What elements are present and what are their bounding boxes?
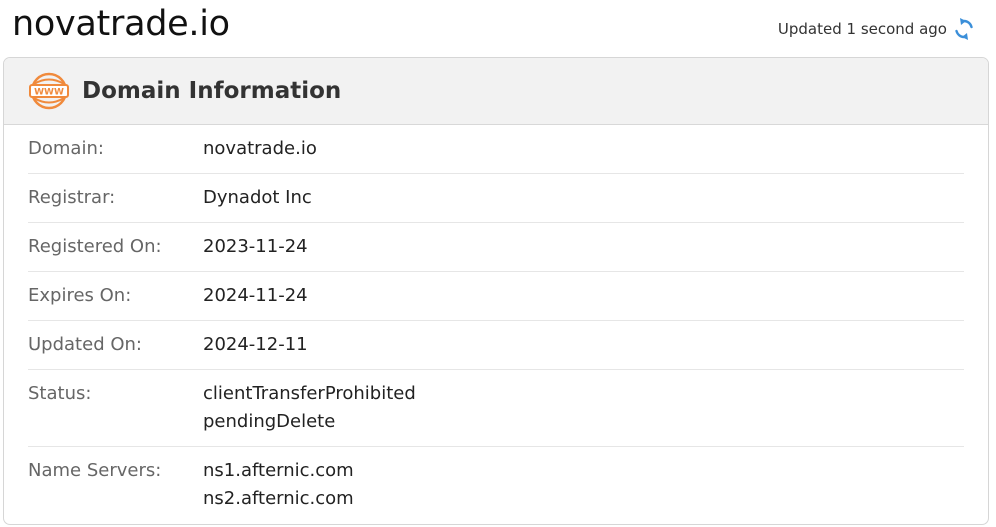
row-value: 2023-11-24 bbox=[203, 233, 308, 271]
row-label: Expires On: bbox=[28, 285, 132, 306]
row-value: Dynadot Inc bbox=[203, 184, 312, 222]
row-status: Status: clientTransferProhibited pending… bbox=[28, 370, 964, 447]
card-header: WWW Domain Information bbox=[4, 58, 988, 125]
row-domain: Domain: novatrade.io bbox=[28, 125, 964, 174]
row-value: 2024-11-24 bbox=[203, 282, 308, 320]
row-registered-on: Registered On: 2023-11-24 bbox=[28, 223, 964, 272]
row-label: Status: bbox=[28, 383, 92, 404]
row-label: Registered On: bbox=[28, 236, 162, 257]
card-title: Domain Information bbox=[82, 78, 342, 104]
updated-status: Updated 1 second ago bbox=[778, 18, 974, 40]
site-title: novatrade.io bbox=[12, 4, 230, 44]
row-value: clientTransferProhibited pendingDelete bbox=[203, 380, 416, 446]
row-value: ns1.afternic.com ns2.afternic.com bbox=[203, 457, 354, 524]
row-label: Updated On: bbox=[28, 334, 142, 355]
www-icon: WWW bbox=[29, 71, 69, 111]
row-name-servers: Name Servers: ns1.afternic.com ns2.after… bbox=[28, 447, 964, 524]
updated-on-value: 2024-12-11 bbox=[203, 334, 308, 355]
updated-text: Updated 1 second ago bbox=[777, 20, 947, 38]
row-label: Domain: bbox=[28, 138, 104, 159]
row-value: novatrade.io bbox=[203, 135, 317, 173]
registrar-value: Dynadot Inc bbox=[203, 187, 312, 208]
status-value: clientTransferProhibited bbox=[203, 383, 416, 404]
row-updated-on: Updated On: 2024-12-11 bbox=[28, 321, 964, 370]
domain-info-card: WWW Domain Information Domain: novatrade… bbox=[3, 57, 989, 525]
row-expires-on: Expires On: 2024-11-24 bbox=[28, 272, 964, 321]
refresh-icon[interactable] bbox=[954, 18, 974, 40]
expires-on-value: 2024-11-24 bbox=[203, 285, 308, 306]
domain-value: novatrade.io bbox=[203, 138, 317, 159]
row-label: Name Servers: bbox=[28, 460, 162, 481]
status-value: pendingDelete bbox=[203, 411, 336, 432]
svg-text:WWW: WWW bbox=[34, 88, 64, 98]
row-registrar: Registrar: Dynadot Inc bbox=[28, 174, 964, 223]
name-server-value: ns2.afternic.com bbox=[203, 488, 354, 509]
row-value: 2024-12-11 bbox=[203, 331, 308, 369]
name-server-value: ns1.afternic.com bbox=[203, 460, 354, 481]
row-label: Registrar: bbox=[28, 187, 116, 208]
info-table: Domain: novatrade.io Registrar: Dynadot … bbox=[28, 125, 964, 524]
registered-on-value: 2023-11-24 bbox=[203, 236, 308, 257]
